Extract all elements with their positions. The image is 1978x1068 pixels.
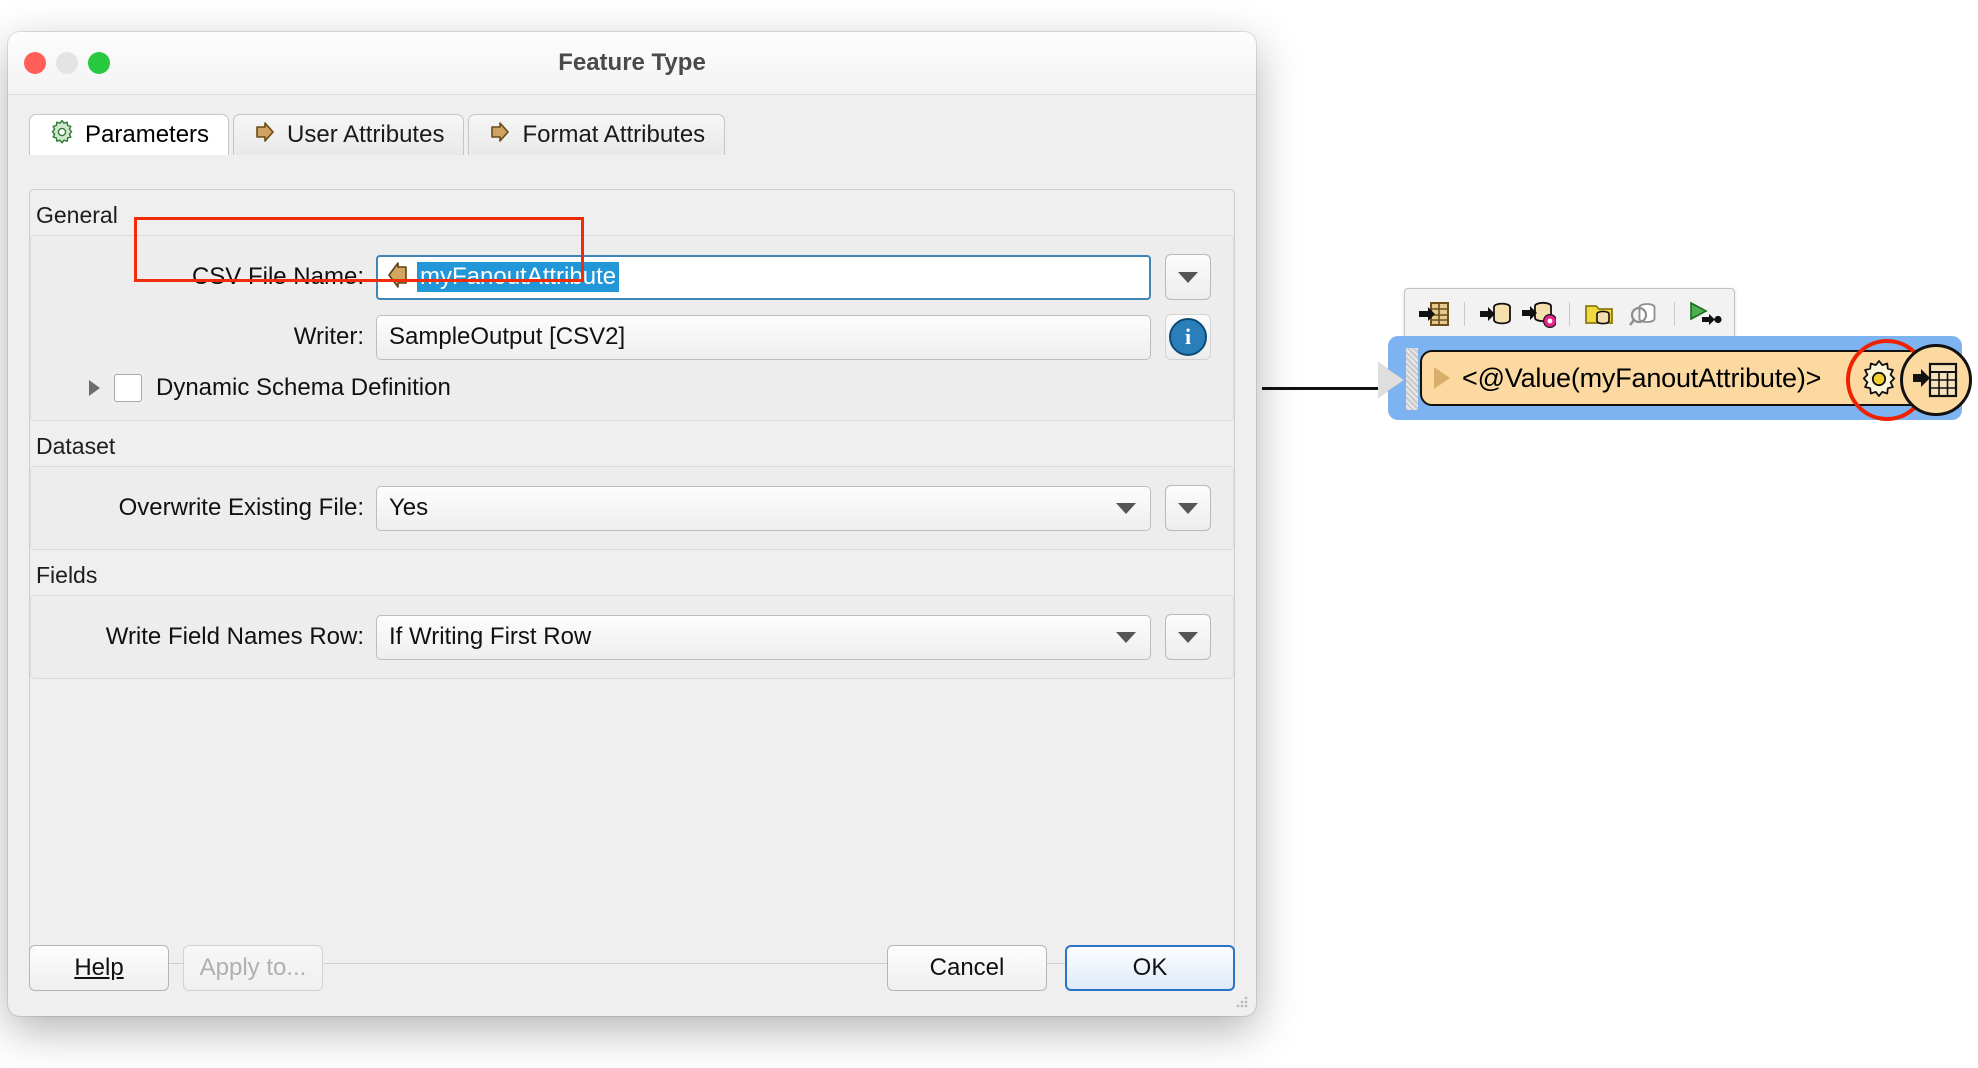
chevron-down-icon (1178, 631, 1198, 643)
resize-grip[interactable] (1236, 996, 1250, 1010)
chevron-down-icon (1178, 502, 1198, 514)
tab-bar[interactable]: Parameters User Attributes Format Attrib… (8, 114, 1256, 155)
toolbar-separator (1464, 302, 1465, 326)
tab-format-attributes[interactable]: Format Attributes (468, 114, 726, 155)
csv-file-name-input[interactable]: myFanoutAttribute (376, 254, 1151, 300)
add-feature-type-icon[interactable] (1417, 298, 1451, 330)
attribute-arrow-icon[interactable] (386, 261, 410, 293)
window-titlebar[interactable]: Feature Type (8, 32, 1256, 95)
tab-user-attributes[interactable]: User Attributes (233, 114, 465, 155)
dynamic-schema-label: Dynamic Schema Definition (156, 374, 451, 401)
csv-file-name-value: myFanoutAttribute (417, 262, 620, 292)
run-to-this-icon[interactable] (1688, 298, 1722, 330)
row-write-field-names: Write Field Names Row: If Writing First … (31, 614, 1233, 660)
parameters-panel: General CSV File Name: myFanoutAttribute (29, 189, 1235, 964)
section-title-general: General (36, 202, 118, 228)
cancel-button[interactable]: Cancel (887, 945, 1047, 991)
write-field-names-dropdown-button[interactable] (1165, 614, 1211, 660)
toolbar-separator (1674, 302, 1675, 326)
csv-file-name-label: CSV File Name: (191, 263, 364, 290)
help-button-label: Help (74, 954, 124, 981)
window-controls[interactable] (24, 52, 110, 74)
node-label: <@Value(myFanoutAttribute)> (1462, 362, 1822, 393)
ok-button[interactable]: OK (1065, 945, 1235, 991)
overwrite-existing-file-select[interactable]: Yes (376, 485, 1151, 531)
add-reader-icon[interactable] (1478, 298, 1512, 330)
row-writer: Writer: SampleOutput [CSV2] i (31, 314, 1233, 360)
row-dynamic-schema-definition[interactable]: Dynamic Schema Definition (31, 374, 1233, 402)
row-csv-file-name: CSV File Name: myFanoutAttribute (31, 254, 1233, 300)
close-button[interactable] (24, 52, 46, 74)
section-title-fields: Fields (36, 562, 98, 588)
maximize-button[interactable] (88, 52, 110, 74)
info-icon: i (1169, 318, 1207, 356)
write-field-names-label: Write Field Names Row: (105, 623, 364, 650)
input-port-arrow-icon[interactable] (1378, 362, 1404, 398)
write-field-names-select[interactable]: If Writing First Row (376, 614, 1151, 660)
row-overwrite-existing-file: Overwrite Existing File: Yes (31, 485, 1233, 531)
node-toolbar[interactable] (1404, 288, 1735, 340)
section-dataset: Overwrite Existing File: Yes (30, 466, 1234, 550)
node-input-triangle-icon (1434, 367, 1450, 389)
write-field-names-value: If Writing First Row (389, 623, 592, 650)
overwrite-existing-file-value: Yes (389, 494, 429, 521)
overwrite-existing-file-label: Overwrite Existing File: (118, 494, 364, 521)
csv-file-name-dropdown-button[interactable] (1165, 254, 1211, 300)
writer-value: SampleOutput [CSV2] (389, 323, 626, 350)
tab-parameters-label: Parameters (85, 121, 210, 148)
dynamic-schema-checkbox[interactable] (114, 374, 142, 402)
apply-to-button[interactable]: Apply to... (183, 945, 323, 991)
writer-label: Writer: (293, 323, 364, 350)
writer-info-button[interactable]: i (1165, 314, 1211, 360)
chevron-down-icon (1116, 631, 1136, 643)
tab-format-attributes-label: Format Attributes (522, 121, 706, 148)
chevron-down-icon (1178, 271, 1198, 283)
help-button[interactable]: Help (29, 945, 169, 991)
add-transformer-icon[interactable] (1522, 298, 1556, 330)
writer-select[interactable]: SampleOutput [CSV2] (376, 314, 1151, 360)
minimize-button[interactable] (56, 52, 78, 74)
gear-icon (49, 119, 75, 152)
dialog-button-bar: Help Apply to... Cancel OK (8, 920, 1256, 1016)
add-folder-dataset-icon[interactable] (1583, 298, 1617, 330)
section-general: CSV File Name: myFanoutAttribute Writer: (30, 235, 1234, 421)
page-title: Feature Type (558, 49, 706, 76)
arrow-right-icon (488, 120, 512, 151)
tab-user-attributes-label: User Attributes (287, 121, 445, 148)
triangle-right-icon[interactable] (89, 380, 100, 396)
toolbar-separator (1569, 302, 1570, 326)
overwrite-existing-file-dropdown-button[interactable] (1165, 485, 1211, 531)
table-writer-icon[interactable] (1900, 344, 1972, 416)
gear-icon[interactable] (1858, 358, 1900, 400)
section-title-dataset: Dataset (36, 433, 116, 459)
tab-parameters[interactable]: Parameters (29, 114, 230, 155)
section-fields: Write Field Names Row: If Writing First … (30, 595, 1234, 679)
arrow-right-icon (253, 120, 277, 151)
node-drag-handle[interactable] (1406, 348, 1418, 410)
feature-type-dialog: Feature Type Parameters User Attributes (8, 32, 1256, 1016)
inspect-dataset-icon[interactable] (1627, 298, 1661, 330)
chevron-down-icon (1116, 502, 1136, 514)
